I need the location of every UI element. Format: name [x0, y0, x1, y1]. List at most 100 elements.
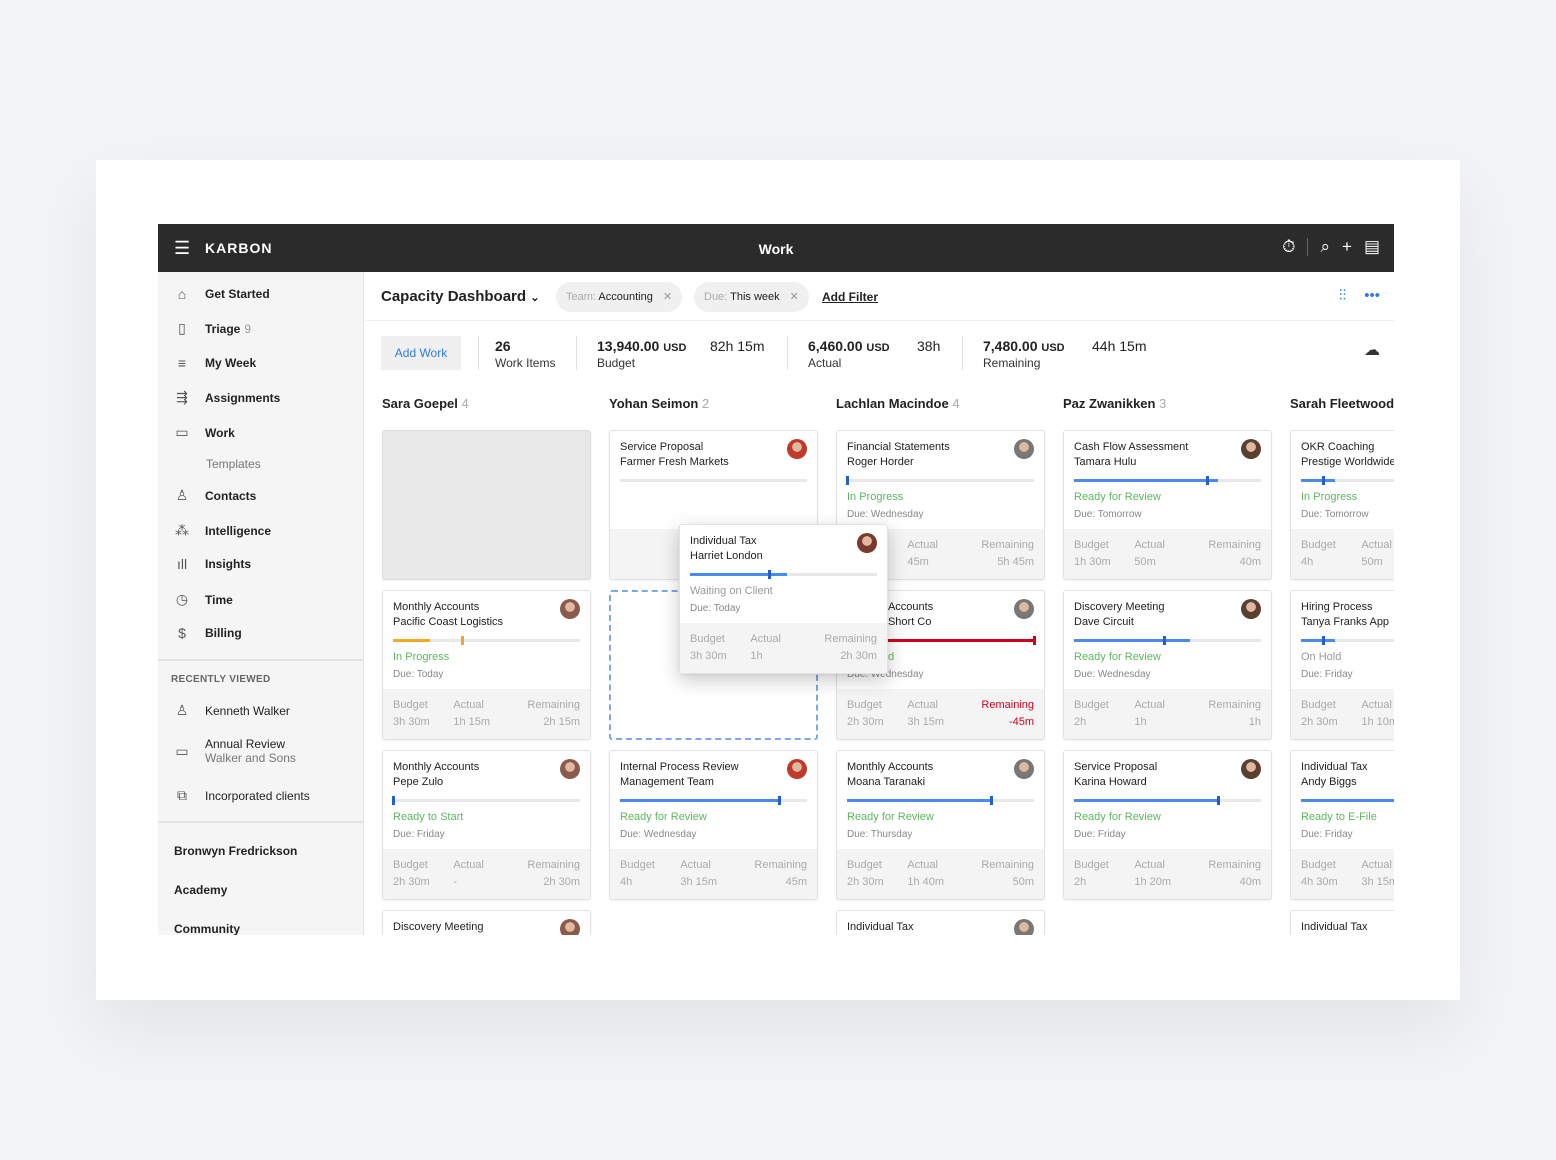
currency: USD — [1041, 342, 1065, 354]
add-filter-link[interactable]: Add Filter — [822, 290, 878, 304]
bar-chart-icon: ıll — [176, 556, 188, 572]
brand-logo: KARBON — [205, 240, 273, 256]
work-card[interactable]: Individual Tax Andy Biggs Ready to E-File… — [1290, 750, 1394, 900]
progress-fill — [1074, 639, 1190, 642]
close-icon[interactable]: ✕ — [663, 291, 672, 303]
card-client: Harriet London — [690, 550, 763, 562]
actual-label: Actual — [1134, 859, 1165, 871]
card-title: Cash Flow Assessment — [1074, 441, 1189, 453]
progress-bar — [847, 796, 1034, 805]
budget-label: Budget — [393, 859, 428, 871]
more-icon[interactable]: ••• — [1364, 287, 1380, 304]
sliders-icon[interactable]: ⫶⫶ — [1339, 287, 1347, 304]
work-card[interactable]: Individual Tax — [836, 910, 1045, 935]
sidebar-item-templates[interactable]: Templates — [206, 457, 261, 471]
work-card[interactable]: Monthly Accounts Pacific Coast Logistics … — [382, 590, 591, 740]
work-card[interactable]: Monthly Accounts Pepe Zulo Ready to Start… — [382, 750, 591, 900]
sidebar-link[interactable]: Academy — [174, 883, 227, 897]
work-card[interactable]: Individual Tax — [1290, 910, 1394, 935]
actual-value: - — [453, 876, 457, 888]
sidebar-item-assignments[interactable]: ⇶ Assignments — [172, 389, 280, 406]
work-card[interactable]: Internal Process Review Management Team R… — [609, 750, 818, 900]
progress-marker — [461, 636, 465, 645]
filter-chip-due[interactable]: Due: This week ✕ — [694, 282, 809, 312]
search-icon[interactable]: ⌕ — [1320, 237, 1330, 257]
card-footer: Budget 3h 30m Actual 1h Remaining 2h 30m — [680, 623, 887, 673]
work-card[interactable]: Individual Tax Harriet London Waiting on … — [679, 524, 888, 674]
remaining-value: 2h 30m — [840, 650, 878, 662]
avatar — [1241, 439, 1261, 459]
budget-value: 2h 30m — [847, 716, 884, 728]
status-label: Ready for Review — [620, 811, 707, 823]
column-header: Sara Goepel 4 — [382, 396, 591, 430]
column-header: Yohan Seimon 2 — [609, 396, 818, 430]
add-work-button[interactable]: Add Work — [381, 336, 461, 370]
sidebar-item-triage[interactable]: ▯ Triage 9 — [172, 320, 251, 337]
status-label: Ready for Review — [1074, 491, 1161, 503]
sidebar-item-my-week[interactable]: ≡ My Week — [172, 355, 256, 371]
plus-icon[interactable]: + — [1342, 237, 1352, 257]
assignee-name: Paz Zwanikken — [1063, 396, 1156, 411]
work-card[interactable]: Discovery Meeting Dave Circuit Ready for … — [1063, 590, 1272, 740]
divider — [1307, 238, 1309, 256]
stat-hours: 82h 15m — [710, 338, 765, 354]
recent-item[interactable]: ⧉ Incorporated clients — [172, 787, 310, 804]
recent-item[interactable]: ▭ Annual Review Walker and Sons — [172, 737, 296, 765]
work-card[interactable]: Discovery Meeting — [382, 910, 591, 935]
sidebar-item-get-started[interactable]: ⌂ Get Started — [172, 286, 270, 302]
remaining-value: 1h — [1248, 716, 1262, 728]
sidebar-item-insights[interactable]: ıll Insights — [172, 556, 251, 572]
status-label: Ready for Review — [1074, 811, 1161, 823]
sidebar-item-time[interactable]: ◷ Time — [172, 591, 233, 608]
actual-value: 3h 15m — [680, 876, 718, 888]
progress-bar — [846, 476, 1034, 485]
work-card[interactable]: Service Proposal Karina Howard Ready for … — [1063, 750, 1272, 900]
progress-bar — [1301, 799, 1394, 802]
hamburger-icon[interactable]: ☰ — [174, 238, 190, 259]
status-label: Ready to Start — [393, 811, 464, 823]
card-client: Tamara Hulu — [1074, 456, 1137, 468]
timer-icon[interactable]: ⏱ — [1282, 237, 1295, 257]
sidebar-link[interactable]: Community — [174, 922, 240, 935]
avatar — [1014, 919, 1034, 935]
sidebar-item-billing[interactable]: $ Billing — [172, 625, 242, 641]
cloud-download-icon[interactable]: ☁ — [1364, 340, 1380, 360]
toolbar: Capacity Dashboard ⌄ Team: Accounting ✕ D… — [365, 272, 1394, 321]
work-card[interactable]: OKR Coaching Prestige Worldwide In Progre… — [1290, 430, 1394, 580]
card-client: Pacific Coast Logistics — [393, 616, 504, 628]
budget-value: 2h — [1074, 716, 1087, 728]
sidebar-item-work[interactable]: ▭ Work — [172, 424, 234, 441]
budget-label: Budget — [847, 859, 882, 871]
actual-label: Actual — [907, 699, 938, 711]
stat-label: Actual — [808, 356, 842, 370]
recent-item[interactable]: ♙ Kenneth Walker — [172, 702, 290, 719]
work-card[interactable]: Monthly Accounts Moana Taranaki Ready for… — [836, 750, 1045, 900]
note-icon[interactable]: ▤ — [1364, 237, 1380, 257]
card-title: Service Proposal — [620, 441, 704, 453]
remaining-value: 40m — [1239, 876, 1262, 888]
filter-key: Due: — [704, 291, 728, 303]
remaining-value: -45m — [1008, 716, 1035, 728]
card-title: Monthly Accounts — [847, 761, 934, 773]
due-date: Due: Wednesday — [1074, 669, 1151, 680]
sidebar-link[interactable]: Bronwyn Fredrickson — [174, 844, 297, 858]
work-card[interactable]: Cash Flow Assessment Tamara Hulu Ready fo… — [1063, 430, 1272, 580]
dashboard-selector[interactable]: Capacity Dashboard ⌄ — [381, 288, 539, 305]
card-title: Service Proposal — [1074, 761, 1158, 773]
sidebar-item-contacts[interactable]: ♙ Contacts — [172, 487, 257, 504]
remaining-label: Remaining — [527, 699, 581, 711]
card-title: Monthly Accounts — [393, 601, 480, 613]
recent-label: Kenneth Walker — [205, 703, 290, 718]
sidebar-item-intelligence[interactable]: ⁂ Intelligence — [172, 522, 271, 539]
dragged-card[interactable]: Individual Tax Harriet London Waiting on … — [679, 524, 888, 674]
due-date: Due: Today — [393, 669, 444, 680]
actual-value: 1h 40m — [907, 876, 945, 888]
card-footer: Budget 1h 30m Actual 50m Remaining 40m — [1064, 529, 1271, 579]
close-icon[interactable]: ✕ — [790, 291, 799, 303]
progress-fill — [620, 799, 779, 802]
card-footer: Budget4h 30m Actual3h 15m Remaining — [1291, 849, 1394, 899]
card-client: Management Team — [620, 776, 714, 788]
budget-value: 2h 30m — [1301, 716, 1338, 728]
filter-chip-team[interactable]: Team: Accounting ✕ — [556, 282, 683, 312]
work-card[interactable]: Hiring Process Tanya Franks App On Hold D… — [1290, 590, 1394, 740]
